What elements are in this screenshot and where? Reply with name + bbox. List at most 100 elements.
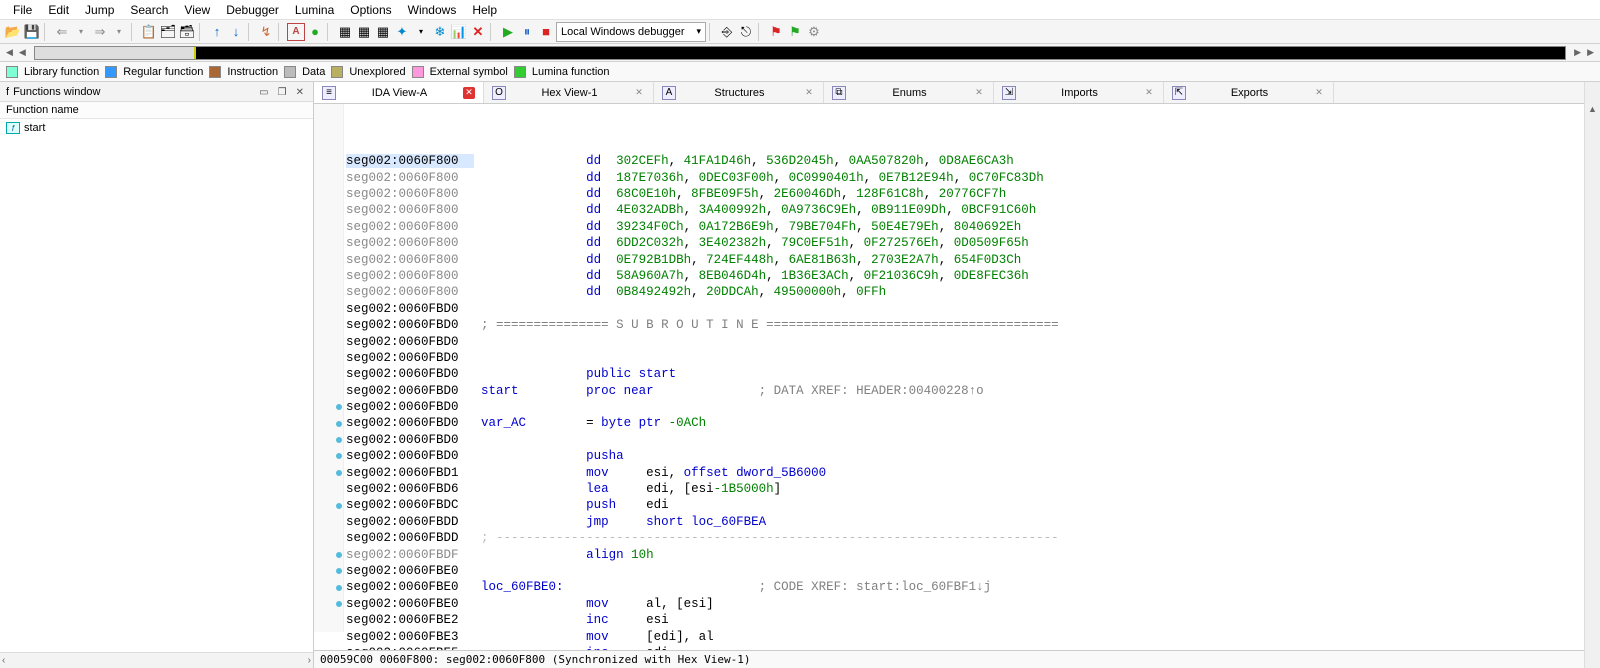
tool-icon-2[interactable]: 🗃 <box>178 23 196 41</box>
open-icon[interactable]: 📂 <box>4 23 22 41</box>
dbg-icon-2[interactable]: ⎋ <box>737 23 755 41</box>
functions-list[interactable]: fstart <box>0 119 313 652</box>
disasm-line[interactable]: seg002:0060FBD6 lea edi, [esi-1B5000h] <box>346 481 1600 497</box>
breakpoint-icon[interactable]: ● <box>306 23 324 41</box>
disasm-line[interactable]: seg002:0060F800 dd 4E032ADBh, 3A400992h,… <box>346 202 1600 218</box>
tab-close-icon[interactable]: ✕ <box>1143 87 1155 99</box>
disasm-line[interactable]: seg002:0060FBD0 <box>346 350 1600 366</box>
tab-hex-view-1[interactable]: OHex View-1✕ <box>484 82 654 103</box>
tab-enums[interactable]: ⧉Enums✕ <box>824 82 994 103</box>
menu-search[interactable]: Search <box>123 2 175 18</box>
functions-scrollbar[interactable]: ‹› <box>0 652 313 668</box>
nav-back-drop-icon[interactable]: ▾ <box>72 23 90 41</box>
disasm-line[interactable]: seg002:0060F800 dd 6DD2C032h, 3E402382h,… <box>346 235 1600 251</box>
breakpoint-dot[interactable] <box>336 421 342 427</box>
disasm-line[interactable]: seg002:0060FBE2 inc esi <box>346 612 1600 628</box>
drop-icon[interactable]: ▾ <box>412 23 430 41</box>
trace-icon[interactable]: ✦ <box>393 23 411 41</box>
disasm-line[interactable]: seg002:0060FBDF align 10h <box>346 547 1600 563</box>
view-icon-2[interactable]: ▦ <box>355 23 373 41</box>
tab-imports[interactable]: ⇲Imports✕ <box>994 82 1164 103</box>
breakpoint-dot[interactable] <box>336 568 342 574</box>
tab-close-icon[interactable]: ✕ <box>803 87 815 99</box>
menu-windows[interactable]: Windows <box>401 2 464 18</box>
tab-close-icon[interactable]: ✕ <box>973 87 985 99</box>
disasm-line[interactable]: seg002:0060FBD0 <box>346 432 1600 448</box>
disasm-line[interactable]: seg002:0060FBD0 <box>346 399 1600 415</box>
run-icon[interactable]: ▶ <box>499 23 517 41</box>
disasm-line[interactable]: seg002:0060F800 dd 0E792B1DBh, 724EF448h… <box>346 252 1600 268</box>
arrow-up-icon[interactable]: ↑ <box>208 23 226 41</box>
disasm-line[interactable]: seg002:0060F800 dd 302CEFh, 41FA1D46h, 5… <box>346 153 1600 169</box>
pause-icon[interactable]: ⏸ <box>518 23 536 41</box>
breakpoint-dot[interactable] <box>336 552 342 558</box>
disassembly-view[interactable]: seg002:0060F800 dd 302CEFh, 41FA1D46h, 5… <box>314 104 1600 650</box>
nav-track[interactable] <box>34 46 1566 60</box>
disasm-line[interactable]: seg002:0060F800 dd 58A960A7h, 8EB046D4h,… <box>346 268 1600 284</box>
text-icon[interactable]: A <box>287 23 305 41</box>
function-item[interactable]: fstart <box>4 121 309 135</box>
tool-icon-1[interactable]: 🗂 <box>159 23 177 41</box>
tab-close-icon[interactable]: ✕ <box>463 87 475 99</box>
delete-icon[interactable]: ✕ <box>469 23 487 41</box>
tab-close-icon[interactable]: ✕ <box>633 87 645 99</box>
disasm-line[interactable]: seg002:0060F800 dd 39234F0Ch, 0A172B6E9h… <box>346 219 1600 235</box>
disasm-line[interactable]: seg002:0060F800 dd 187E7036h, 0DEC03F00h… <box>346 170 1600 186</box>
copy-icon[interactable]: 📋 <box>140 23 158 41</box>
disasm-line[interactable]: seg002:0060FBD0 ; =============== S U B … <box>346 317 1600 333</box>
disasm-line[interactable]: seg002:0060FBD1 mov esi, offset dword_5B… <box>346 465 1600 481</box>
breakpoint-dot[interactable] <box>336 453 342 459</box>
disasm-line[interactable]: seg002:0060FBE5 inc edi <box>346 645 1600 650</box>
disasm-line[interactable]: seg002:0060F800 dd 68C0E10h, 8FBE09F5h, … <box>346 186 1600 202</box>
nav-back-icon[interactable]: ⇐ <box>53 23 71 41</box>
nav-right2-icon[interactable]: ▶ <box>1585 47 1596 58</box>
goto-icon[interactable]: ↯ <box>257 23 275 41</box>
vertical-scrollbar[interactable] <box>1584 82 1600 668</box>
chart-icon[interactable]: 📊 <box>450 23 468 41</box>
nav-left-icon[interactable]: ◀ <box>4 47 15 58</box>
nav-left2-icon[interactable]: ◀ <box>17 47 28 58</box>
view-icon-1[interactable]: ▦ <box>336 23 354 41</box>
plugin-icon-3[interactable]: ⚙ <box>805 23 823 41</box>
menu-file[interactable]: File <box>6 2 39 18</box>
tab-structures[interactable]: AStructures✕ <box>654 82 824 103</box>
disasm-line[interactable]: seg002:0060FBDD ; ----------------------… <box>346 530 1600 546</box>
disasm-line[interactable]: seg002:0060FBDC push edi <box>346 497 1600 513</box>
disasm-line[interactable]: seg002:0060FBE0 mov al, [esi] <box>346 596 1600 612</box>
menu-lumina[interactable]: Lumina <box>288 2 341 18</box>
menu-debugger[interactable]: Debugger <box>219 2 286 18</box>
plugin-icon-2[interactable]: ⚑ <box>786 23 804 41</box>
breakpoint-dot[interactable] <box>336 585 342 591</box>
tab-ida-view-a[interactable]: ≡IDA View-A✕ <box>314 82 484 103</box>
disasm-line[interactable]: seg002:0060FBDD jmp short loc_60FBEA <box>346 514 1600 530</box>
nav-fwd-icon[interactable]: ⇒ <box>91 23 109 41</box>
menu-view[interactable]: View <box>177 2 217 18</box>
breakpoint-dot[interactable] <box>336 470 342 476</box>
disasm-line[interactable]: seg002:0060FBD0 <box>346 301 1600 317</box>
menu-options[interactable]: Options <box>343 2 398 18</box>
panel-close-icon[interactable]: ✕ <box>293 87 307 98</box>
disasm-line[interactable]: seg002:0060FBD0 var_AC = byte ptr -0ACh <box>346 415 1600 431</box>
breakpoint-dot[interactable] <box>336 404 342 410</box>
disasm-line[interactable]: seg002:0060FBD0 <box>346 334 1600 350</box>
disasm-line[interactable]: seg002:0060FBD0 pusha <box>346 448 1600 464</box>
disasm-line[interactable]: seg002:0060FBE0 loc_60FBE0: ; CODE XREF:… <box>346 579 1600 595</box>
breakpoint-dot[interactable] <box>336 503 342 509</box>
panel-float-icon[interactable]: ❐ <box>275 87 290 98</box>
functions-column-header[interactable]: Function name <box>0 102 313 119</box>
panel-minimize-icon[interactable]: ▭ <box>256 87 271 98</box>
disasm-line[interactable]: seg002:0060FBD0 public start <box>346 366 1600 382</box>
disasm-line[interactable]: seg002:0060FBE0 <box>346 563 1600 579</box>
dbg-icon-1[interactable]: ⎆ <box>718 23 736 41</box>
plugin-icon-1[interactable]: ⚑ <box>767 23 785 41</box>
breakpoint-dot[interactable] <box>336 437 342 443</box>
save-icon[interactable]: 💾 <box>23 23 41 41</box>
menu-jump[interactable]: Jump <box>78 2 121 18</box>
snow-icon[interactable]: ❄ <box>431 23 449 41</box>
view-icon-3[interactable]: ▦ <box>374 23 392 41</box>
disasm-line[interactable]: seg002:0060FBD0 start proc near ; DATA X… <box>346 383 1600 399</box>
disasm-line[interactable]: seg002:0060FBE3 mov [edi], al <box>346 629 1600 645</box>
debugger-select[interactable]: Local Windows debugger <box>556 22 706 42</box>
nav-right-icon[interactable]: ▶ <box>1572 47 1583 58</box>
tab-close-icon[interactable]: ✕ <box>1313 87 1325 99</box>
